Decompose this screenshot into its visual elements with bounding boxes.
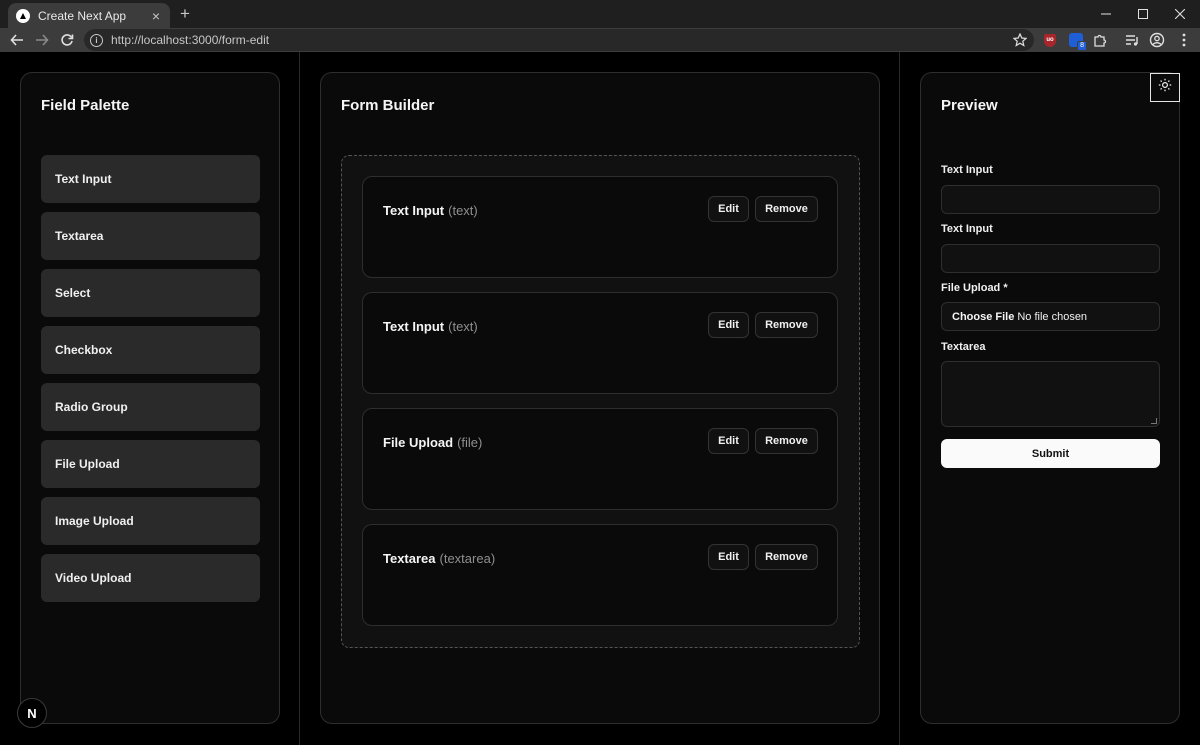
palette-item-radio-group[interactable]: Radio Group xyxy=(41,383,260,431)
form-editor-app: Field Palette Text Input Textarea Select… xyxy=(0,52,1200,745)
edit-field-button[interactable]: Edit xyxy=(708,196,749,222)
file-status: No file chosen xyxy=(1017,310,1088,323)
new-tab-button[interactable]: + xyxy=(176,5,194,23)
palette-item-image-upload[interactable]: Image Upload xyxy=(41,497,260,545)
remove-field-button[interactable]: Remove xyxy=(755,544,818,570)
builder-field-card[interactable]: Text Input (text) Edit Remove xyxy=(362,292,838,394)
browser-toolbar: i http://localhost:3000/form-edit uo 8 xyxy=(0,28,1200,52)
extension-badge: 8 xyxy=(1077,41,1087,51)
theme-toggle-button[interactable] xyxy=(1150,73,1180,102)
blue-extension-icon[interactable]: 8 xyxy=(1067,31,1087,51)
builder-title: Form Builder xyxy=(341,97,435,114)
palette-title: Field Palette xyxy=(41,97,130,114)
preview-label-textarea: Textarea xyxy=(941,341,986,353)
preview-label-file-upload: File Upload * xyxy=(941,282,1008,294)
palette-item-select[interactable]: Select xyxy=(41,269,260,317)
remove-field-button[interactable]: Remove xyxy=(755,428,818,454)
choose-file-button[interactable]: Choose File xyxy=(952,311,1014,323)
profile-avatar-icon[interactable] xyxy=(1148,31,1166,49)
column-divider xyxy=(899,52,900,745)
preview-label-text-input: Text Input xyxy=(941,164,993,176)
preview-panel: Preview Text Input Text Input File Uploa… xyxy=(920,72,1180,724)
palette-item-text-input[interactable]: Text Input xyxy=(41,155,260,203)
close-window-button[interactable] xyxy=(1165,4,1195,24)
edit-field-button[interactable]: Edit xyxy=(708,428,749,454)
preview-text-input[interactable] xyxy=(941,244,1160,273)
resize-handle-icon[interactable] xyxy=(1151,418,1157,424)
tab-close-icon[interactable]: × xyxy=(148,9,164,23)
maximize-button[interactable] xyxy=(1128,4,1158,24)
field-palette-panel: Field Palette Text Input Textarea Select… xyxy=(20,72,280,724)
column-divider xyxy=(299,52,300,745)
remove-field-button[interactable]: Remove xyxy=(755,312,818,338)
palette-item-checkbox[interactable]: Checkbox xyxy=(41,326,260,374)
browser-tab[interactable]: Create Next App × xyxy=(8,3,170,28)
builder-field-card[interactable]: Text Input (text) Edit Remove xyxy=(362,176,838,278)
minimize-button[interactable] xyxy=(1091,4,1121,24)
field-type: (textarea) xyxy=(439,551,496,566)
builder-field-card[interactable]: Textarea (textarea) Edit Remove xyxy=(362,524,838,626)
preview-label-text-input: Text Input xyxy=(941,223,993,235)
submit-button[interactable]: Submit xyxy=(941,439,1160,468)
builder-field-card[interactable]: File Upload (file) Edit Remove xyxy=(362,408,838,510)
palette-item-file-upload[interactable]: File Upload xyxy=(41,440,260,488)
nextjs-dev-badge[interactable]: N xyxy=(17,698,47,728)
reading-list-icon[interactable] xyxy=(1123,31,1141,49)
form-dropzone[interactable]: Text Input (text) Edit Remove Text Input(… xyxy=(341,155,860,648)
address-bar[interactable]: i http://localhost:3000/form-edit xyxy=(84,29,1034,51)
palette-item-video-upload[interactable]: Video Upload xyxy=(41,554,260,602)
field-title: File Upload (file) xyxy=(383,435,483,450)
form-builder-panel: Form Builder Text Input (text) Edit Remov… xyxy=(320,72,880,724)
browser-menu-icon[interactable] xyxy=(1175,31,1193,49)
ublock-extension-icon[interactable]: uo xyxy=(1041,31,1059,49)
forward-arrow-icon[interactable] xyxy=(33,31,51,49)
browser-tab-strip: Create Next App × + xyxy=(0,0,1200,28)
edit-field-button[interactable]: Edit xyxy=(708,544,749,570)
extensions-puzzle-icon[interactable] xyxy=(1091,31,1109,49)
preview-text-input[interactable] xyxy=(941,185,1160,214)
sun-icon xyxy=(1158,78,1172,97)
field-type: (file) xyxy=(457,435,483,450)
preview-textarea[interactable] xyxy=(941,361,1160,427)
tab-title: Create Next App xyxy=(38,8,127,23)
field-title: Text Input (text) xyxy=(383,203,478,218)
field-title: Text Input (text) xyxy=(383,319,478,334)
preview-title: Preview xyxy=(941,97,998,114)
remove-field-button[interactable]: Remove xyxy=(755,196,818,222)
url-text[interactable]: http://localhost:3000/form-edit xyxy=(111,33,1010,47)
field-type: (text) xyxy=(448,319,478,334)
back-arrow-icon[interactable] xyxy=(8,31,26,49)
reload-icon[interactable] xyxy=(58,31,76,49)
preview-file-input[interactable]: Choose File No file chosen xyxy=(941,302,1160,331)
nextjs-favicon-icon xyxy=(16,8,30,23)
bookmark-star-icon[interactable] xyxy=(1010,30,1030,50)
palette-item-textarea[interactable]: Textarea xyxy=(41,212,260,260)
site-info-icon[interactable]: i xyxy=(90,33,103,47)
edit-field-button[interactable]: Edit xyxy=(708,312,749,338)
field-title: Textarea (textarea) xyxy=(383,551,496,566)
field-type: (text) xyxy=(448,203,478,218)
